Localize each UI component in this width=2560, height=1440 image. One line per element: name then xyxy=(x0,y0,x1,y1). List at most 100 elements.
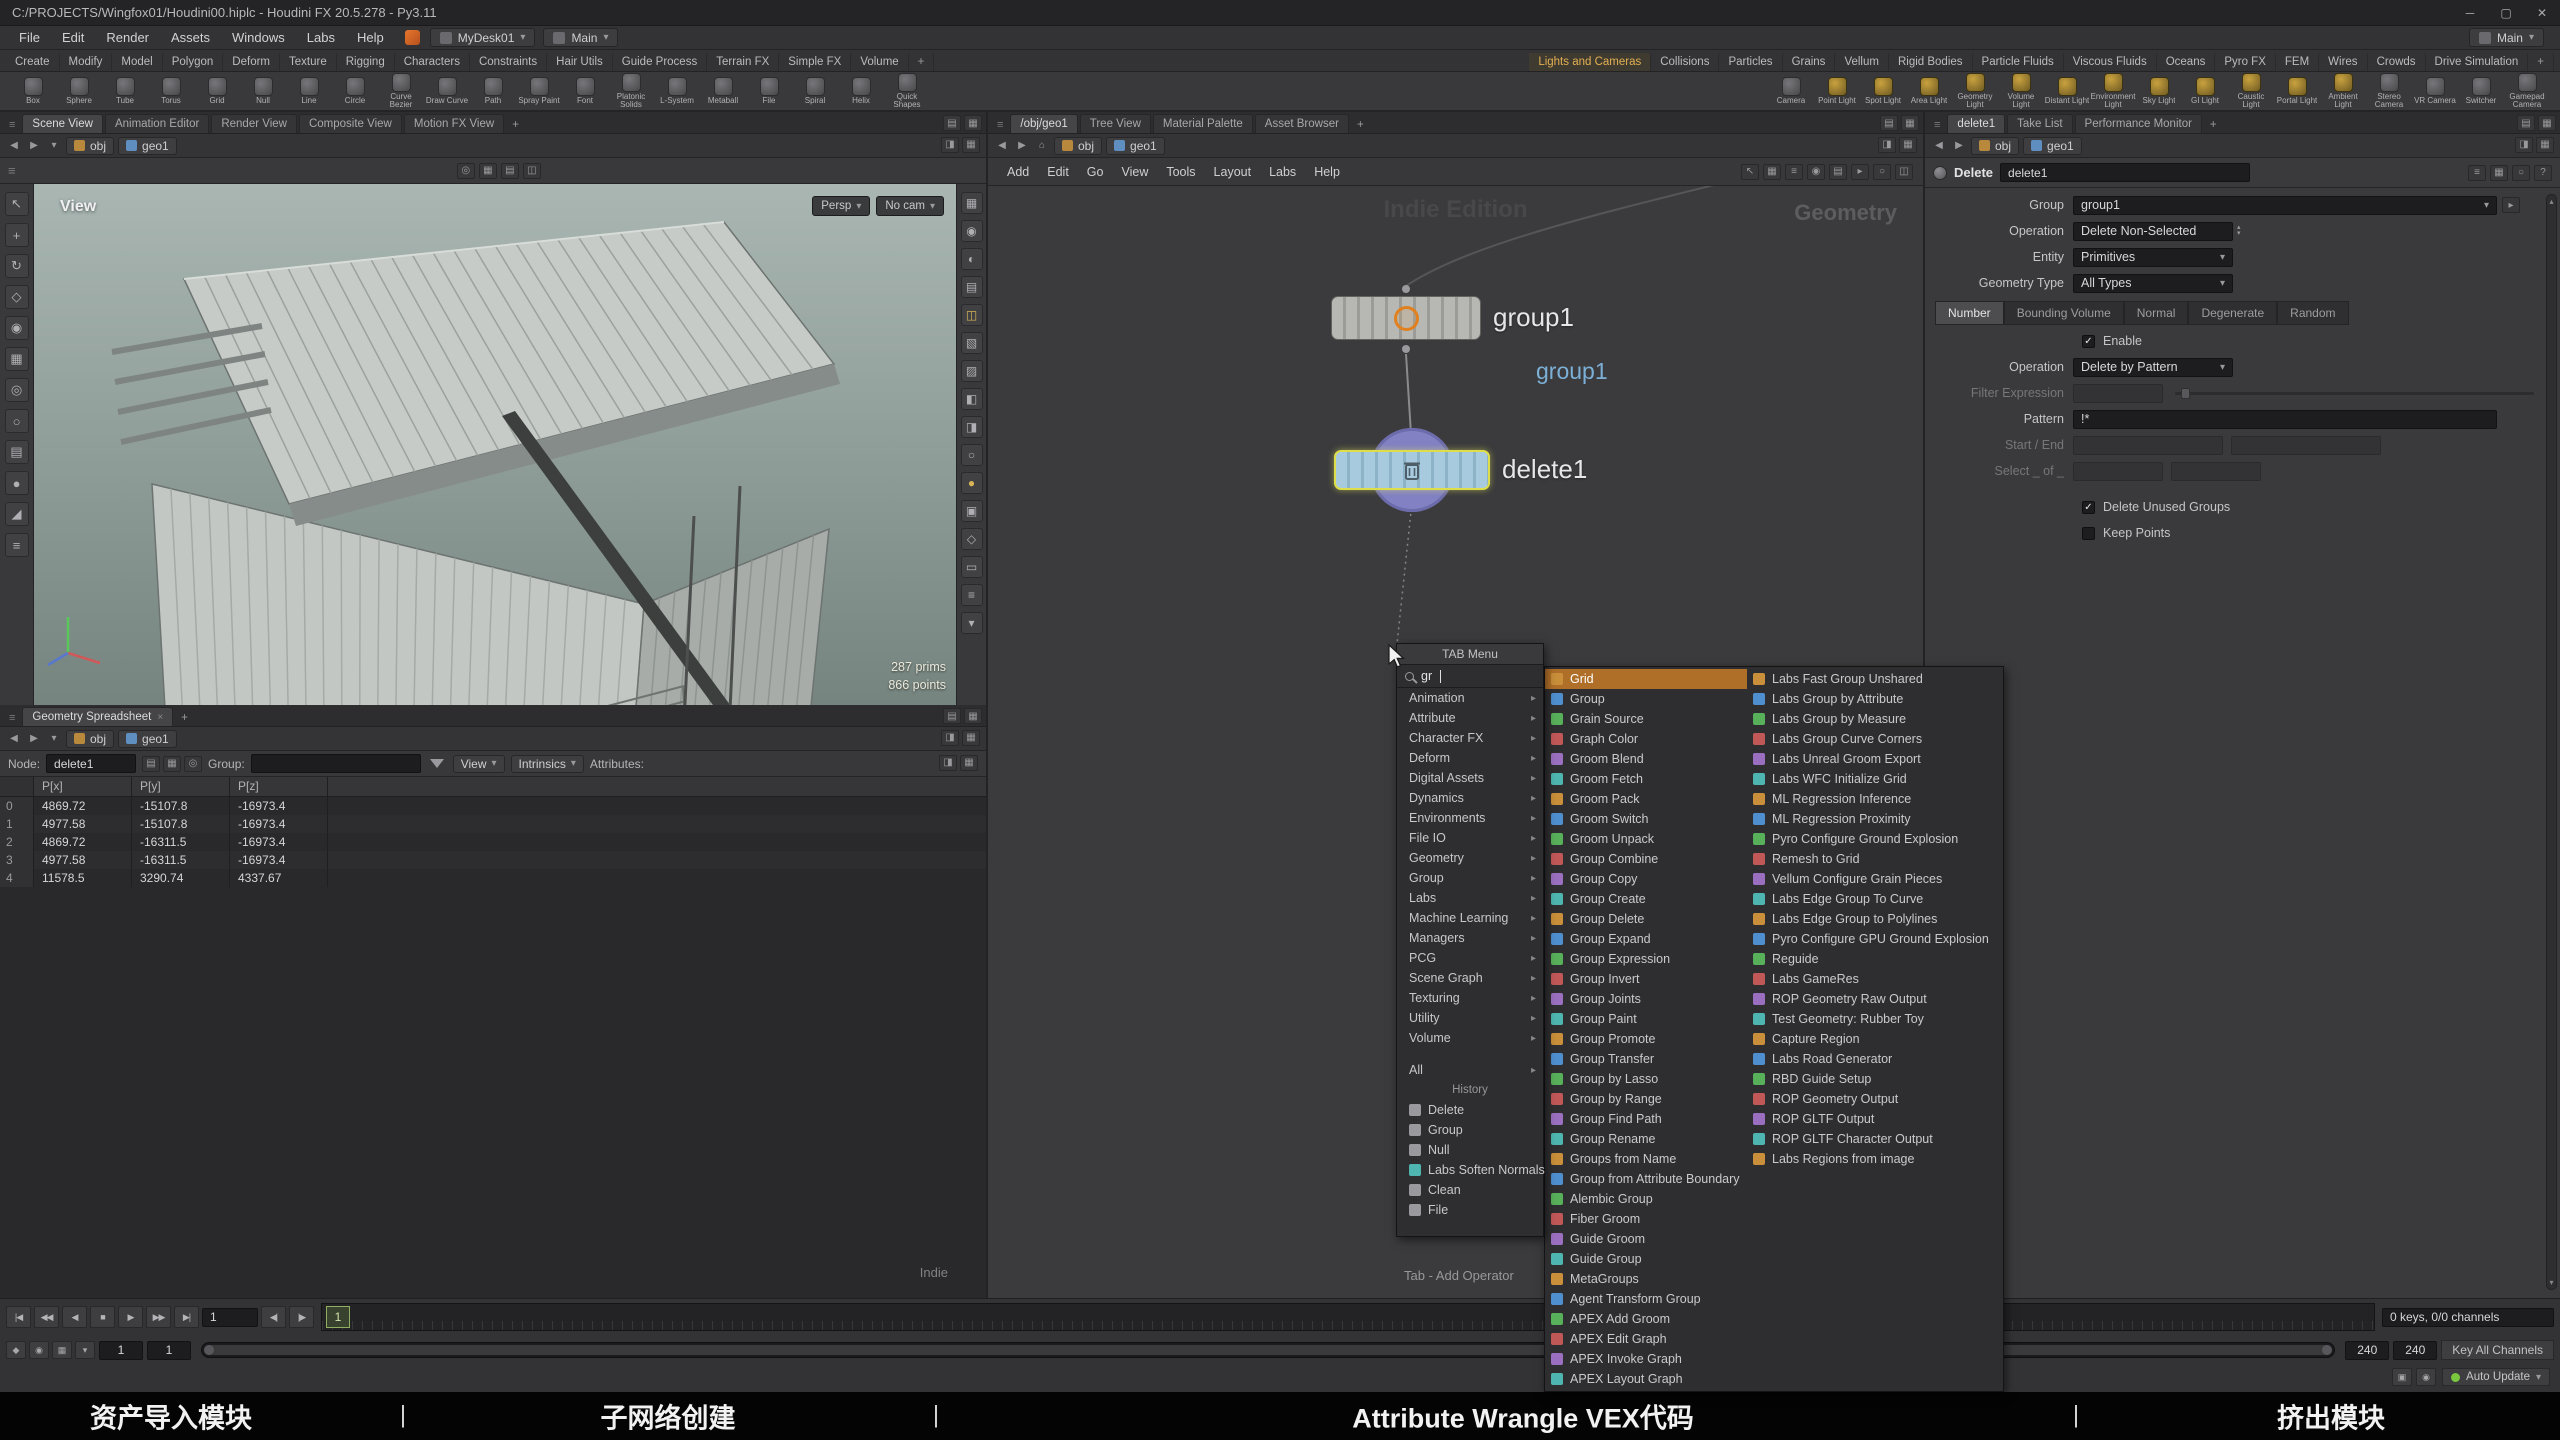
forward-icon[interactable]: ▶ xyxy=(26,733,42,744)
operator-item[interactable]: Labs Edge Group to Polylines xyxy=(1747,909,2003,929)
tab-menu-search[interactable]: gr xyxy=(1397,665,1543,688)
shelf-tool[interactable]: L-System xyxy=(654,73,700,110)
operator-item[interactable]: Group xyxy=(1545,689,1747,709)
pane-tab[interactable]: Asset Browser xyxy=(1255,114,1349,133)
parameters-scrollbar[interactable]: ▴ ▾ xyxy=(2546,194,2557,1290)
shelf-tab[interactable]: Simple FX xyxy=(779,53,851,71)
quick-links-selector[interactable]: Main ▾ xyxy=(543,28,618,47)
back-icon[interactable]: ◀ xyxy=(6,140,22,151)
intrinsics-selector[interactable]: Intrinsics▾ xyxy=(511,755,584,773)
operator-item[interactable]: Reguide xyxy=(1747,949,2003,969)
lock-params-icon[interactable]: ○ xyxy=(2512,165,2530,181)
path-chip-obj[interactable]: obj xyxy=(1971,137,2019,155)
group-select-arrow-icon[interactable]: ▸ xyxy=(2502,197,2520,213)
column-header[interactable]: P[z] xyxy=(230,777,328,796)
operator-item[interactable]: Groom Fetch xyxy=(1545,769,1747,789)
keyframe-icon[interactable]: ◆ xyxy=(6,1341,26,1359)
shelf-tab[interactable]: Rigid Bodies xyxy=(1889,53,1973,71)
filter-tab[interactable]: Random xyxy=(2277,301,2348,325)
pane-split-icon[interactable]: ▦ xyxy=(962,730,980,746)
minimize-button[interactable]: ─ xyxy=(2452,0,2488,25)
shelf-tool[interactable]: Path xyxy=(470,73,516,110)
tab-menu-category[interactable]: Attribute ▸ xyxy=(1397,708,1543,728)
pane-tab[interactable]: Composite View xyxy=(299,114,402,133)
shelf-tool[interactable]: Tube xyxy=(102,73,148,110)
desktop-selector[interactable]: MyDesk01 ▾ xyxy=(430,28,536,47)
grid-snap-icon[interactable]: ▦ xyxy=(479,163,497,179)
translate-tool-icon[interactable]: + xyxy=(5,223,29,247)
normals-display-icon[interactable]: ● xyxy=(961,472,983,494)
key-all-channels-button[interactable]: Key All Channels xyxy=(2441,1340,2554,1360)
shelf-tool[interactable]: VR Camera xyxy=(2412,73,2458,110)
shelf-tool[interactable]: Circle xyxy=(332,73,378,110)
pane-tab[interactable]: Scene View xyxy=(22,114,103,133)
network-menu-item[interactable]: Add xyxy=(998,165,1038,179)
geometry-type-param-field[interactable]: All Types▾ xyxy=(2073,274,2233,293)
operator-item[interactable]: Guide Group xyxy=(1545,1249,1747,1269)
params-menu-icon[interactable]: ≡ xyxy=(2468,165,2486,181)
delete-unused-groups-checkbox[interactable]: ✓ xyxy=(2082,501,2095,514)
global-end-field[interactable]: 240 xyxy=(2393,1341,2437,1360)
filter-tab[interactable]: Normal xyxy=(2124,301,2189,325)
performance-meter-icon[interactable]: ▣ xyxy=(2392,1368,2412,1386)
tab-menu-category[interactable]: File IO ▸ xyxy=(1397,828,1543,848)
shelf-tab[interactable]: Collisions xyxy=(1651,53,1719,71)
keep-points-checkbox[interactable] xyxy=(2082,527,2095,540)
table-row[interactable]: 1 4977.58 -15107.8 -16973.4 xyxy=(0,815,986,833)
shelf-tab[interactable]: Create xyxy=(6,53,60,71)
grid-snap-icon[interactable]: ▦ xyxy=(1763,164,1781,180)
operator-item[interactable]: Groom Blend xyxy=(1545,749,1747,769)
shelf-tool[interactable]: Point Light xyxy=(1814,73,1860,110)
overview-map-icon[interactable]: ◫ xyxy=(1895,164,1913,180)
tab-menu-category[interactable]: Character FX ▸ xyxy=(1397,728,1543,748)
node-delete1[interactable] xyxy=(1334,450,1490,490)
current-frame-marker[interactable]: 1 xyxy=(326,1306,350,1328)
shelf-tab[interactable]: Terrain FX xyxy=(707,53,779,71)
shelf-tool[interactable]: Platonic Solids xyxy=(608,73,654,110)
pane-tab-geometry-spreadsheet[interactable]: Geometry Spreadsheet × xyxy=(22,707,173,726)
visualizer-icon[interactable]: ≡ xyxy=(961,584,983,606)
view-selector[interactable]: View▾ xyxy=(453,755,505,773)
timeline-ruler[interactable]: 1 xyxy=(321,1303,2375,1331)
operator-item[interactable]: ML Regression Inference xyxy=(1747,789,2003,809)
pane-grip-icon[interactable]: ≡ xyxy=(1929,119,1945,133)
operator-item[interactable]: Group by Lasso xyxy=(1545,1069,1747,1089)
operator-item[interactable]: APEX Layout Graph xyxy=(1545,1369,1747,1389)
add-pane-tab-button[interactable]: + xyxy=(1351,119,1370,133)
network-menu-item[interactable]: Edit xyxy=(1038,165,1078,179)
column-header[interactable]: P[x] xyxy=(34,777,132,796)
close-button[interactable]: ✕ xyxy=(2524,0,2560,25)
shelf-tab[interactable]: Model xyxy=(112,53,162,71)
display-flags-icon[interactable]: ◉ xyxy=(1807,164,1825,180)
chevron-down-icon[interactable]: ▾ xyxy=(2476,200,2489,211)
tab-menu-all[interactable]: All ▸ xyxy=(1397,1060,1543,1080)
shelf-tool[interactable]: Spiral xyxy=(792,73,838,110)
pane-split-icon[interactable]: ▦ xyxy=(962,137,980,153)
operator-item[interactable]: APEX Invoke Graph xyxy=(1545,1349,1747,1369)
target-icon[interactable]: ◎ xyxy=(184,756,202,772)
shelf-tab[interactable]: Oceans xyxy=(2157,53,2216,71)
network-menu-item[interactable]: Layout xyxy=(1205,165,1261,179)
node-label-group1[interactable]: group1 xyxy=(1493,302,1574,333)
shelf-tab[interactable]: Deform xyxy=(223,53,280,71)
back-icon[interactable]: ◀ xyxy=(994,140,1010,151)
pane-tab[interactable]: Take List xyxy=(2007,114,2072,133)
play-reverse-button[interactable]: ◀ xyxy=(62,1306,87,1328)
snap-frame-icon[interactable]: ▦ xyxy=(52,1341,72,1359)
history-item[interactable]: Delete xyxy=(1397,1100,1543,1120)
pane-tab[interactable]: Material Palette xyxy=(1153,114,1253,133)
network-menu-item[interactable]: Go xyxy=(1078,165,1113,179)
operator-item[interactable]: Agent Transform Group xyxy=(1545,1289,1747,1309)
node-label-delete1[interactable]: delete1 xyxy=(1502,454,1587,485)
enable-checkbox[interactable]: ✓ xyxy=(2082,335,2095,348)
shelf-tab[interactable]: Wires xyxy=(2319,53,2367,71)
operator-item[interactable]: Group Expand xyxy=(1545,929,1747,949)
menu-item[interactable]: Assets xyxy=(160,30,221,45)
camera-selector[interactable]: No cam▾ xyxy=(876,196,944,216)
operator-item[interactable]: Group Combine xyxy=(1545,849,1747,869)
shelf-tool[interactable]: Sphere xyxy=(56,73,102,110)
grid-view-icon[interactable]: ▦ xyxy=(163,756,181,772)
add-shelf-tab-button[interactable]: + xyxy=(909,53,935,71)
operator-item[interactable]: APEX Edit Graph xyxy=(1545,1329,1747,1349)
pane-tab[interactable]: Render View xyxy=(211,114,297,133)
